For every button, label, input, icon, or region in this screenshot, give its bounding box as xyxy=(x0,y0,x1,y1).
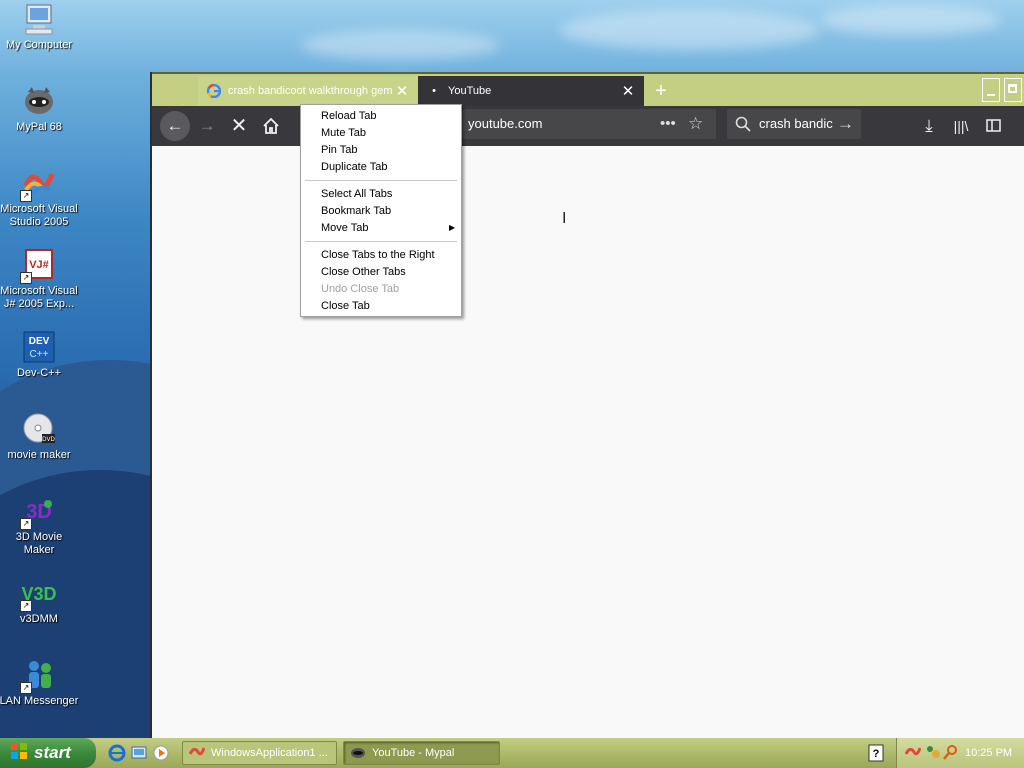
desktop-icon-mypal[interactable]: MyPal 68 xyxy=(0,84,79,134)
computer-icon xyxy=(22,2,56,36)
svg-text:DEV: DEV xyxy=(29,336,50,347)
search-text: crash bandic xyxy=(759,116,833,131)
maximize-button[interactable] xyxy=(1004,78,1022,102)
desktop-icon-lan-messenger[interactable]: ↗ LAN Messenger xyxy=(0,658,79,708)
devcpp-icon: DEV C++ xyxy=(22,330,56,364)
visual-studio-icon: ↗ xyxy=(20,166,56,202)
minimize-button[interactable] xyxy=(982,78,1000,102)
desktop-icon-label: 3D Movie Maker xyxy=(15,531,63,556)
mypal-icon xyxy=(350,745,366,762)
menu-item-undo-close-tab: Undo Close Tab xyxy=(321,283,400,295)
home-button[interactable] xyxy=(256,111,286,141)
desktop-icon-3d-movie-maker[interactable]: 3D ↗ 3D Movie Maker xyxy=(0,494,79,557)
desktop-icon-movie-maker[interactable]: DVD movie maker xyxy=(0,412,79,462)
desktop-icon-devcpp[interactable]: DEV C++ Dev-C++ xyxy=(0,330,79,380)
3d-movie-maker-icon: 3D ↗ xyxy=(20,494,56,530)
tab-title: YouTube xyxy=(448,85,492,97)
navigation-toolbar: ← → ✕ youtube.com ••• ☆ crash bandic → ⤓… xyxy=(152,106,1024,146)
bookmark-star-icon[interactable]: ☆ xyxy=(688,109,703,139)
windows-logo-icon xyxy=(10,742,28,765)
taskbar-item-label: YouTube - Mypal xyxy=(372,747,455,759)
tab-active[interactable]: • YouTube ✕ xyxy=(418,76,644,106)
menu-item-close-other-tabs[interactable]: Close Other Tabs xyxy=(321,264,406,280)
taskbar-item-windowsapp[interactable]: WindowsApplication1 ... xyxy=(182,741,337,765)
menu-item-duplicate-tab[interactable]: Duplicate Tab xyxy=(321,159,387,175)
close-tab-icon[interactable]: ✕ xyxy=(394,82,410,100)
tab-strip: crash bandicoot walkthrough gem ✕ • YouT… xyxy=(152,72,1024,106)
start-button[interactable]: start xyxy=(0,738,96,768)
vjsharp-icon: VJ# ↗ xyxy=(20,248,56,284)
menu-item-bookmark-tab[interactable]: Bookmark Tab xyxy=(321,203,391,219)
desktop-icon-label: Microsoft Visual J# 2005 Exp... xyxy=(0,285,78,310)
menu-item-close-tab[interactable]: Close Tab xyxy=(321,298,370,314)
menu-item-move-tab[interactable]: Move Tab xyxy=(321,220,369,236)
page-content[interactable]: I xyxy=(152,146,1024,739)
search-icon xyxy=(735,116,751,135)
tab-title: crash bandicoot walkthrough gem xyxy=(228,85,393,97)
desktop-icon-label: MyPal 68 xyxy=(16,121,62,133)
menu-item-reload-tab[interactable]: Reload Tab xyxy=(321,108,376,124)
desktop-icon-label: movie maker xyxy=(7,449,71,461)
search-go-icon[interactable]: → xyxy=(837,109,854,139)
tab-inactive[interactable]: crash bandicoot walkthrough gem ✕ xyxy=(198,76,418,106)
desktop-icon-vjsharp[interactable]: VJ# ↗ Microsoft Visual J# 2005 Exp... xyxy=(0,248,79,311)
lan-messenger-icon: ↗ xyxy=(20,658,56,694)
menu-item-pin-tab[interactable]: Pin Tab xyxy=(321,142,358,158)
v3dmm-icon: V3D ↗ xyxy=(20,584,57,612)
search-tray-icon[interactable] xyxy=(943,744,959,763)
help-icon[interactable]: ? xyxy=(868,744,884,765)
menu-item-mute-tab[interactable]: Mute Tab xyxy=(321,125,366,141)
desktop-icon-label: My Computer xyxy=(5,39,73,51)
desktop-icon-label: Dev-C++ xyxy=(16,367,62,379)
svg-text:DVD: DVD xyxy=(42,437,55,443)
loading-dot-icon: • xyxy=(432,85,436,97)
menu-separator xyxy=(305,241,457,242)
desktop-icon-label: Microsoft Visual Studio 2005 xyxy=(0,203,78,228)
desktop-icon-label: LAN Messenger xyxy=(0,695,79,707)
taskbar-item-youtube-mypal[interactable]: YouTube - Mypal xyxy=(343,741,500,765)
forward-button[interactable]: → xyxy=(192,111,222,141)
desktop-icon-label: v3DMM xyxy=(20,613,58,625)
menu-item-close-tabs-right[interactable]: Close Tabs to the Right xyxy=(321,247,435,263)
system-tray: 10:25 PM xyxy=(896,738,1024,768)
google-icon xyxy=(206,83,222,99)
media-player-icon[interactable] xyxy=(152,744,170,765)
desktop-icon-visual-studio[interactable]: ↗ Microsoft Visual Studio 2005 xyxy=(0,166,79,229)
new-tab-button[interactable]: + xyxy=(650,78,672,104)
mypal-icon xyxy=(22,84,56,118)
tab-context-menu: Reload Tab Mute Tab Pin Tab Duplicate Ta… xyxy=(300,104,462,317)
download-icon[interactable]: ⤓ xyxy=(914,111,944,141)
submenu-arrow-icon: ▶ xyxy=(449,223,456,232)
url-text: youtube.com xyxy=(468,116,543,131)
menu-item-select-all-tabs[interactable]: Select All Tabs xyxy=(321,186,392,202)
svg-text:C++: C++ xyxy=(30,349,49,360)
page-actions-icon[interactable]: ••• xyxy=(660,109,676,139)
stop-button[interactable]: ✕ xyxy=(224,111,254,141)
home-icon xyxy=(263,117,279,134)
taskbar: start WindowsApplication1 ... YouTube - … xyxy=(0,738,1024,768)
back-button[interactable]: ← xyxy=(160,111,190,141)
url-bar[interactable]: youtube.com ••• ☆ xyxy=(448,109,716,139)
clock: 10:25 PM xyxy=(965,747,1013,759)
start-label: start xyxy=(34,743,71,762)
sidebar-icon[interactable] xyxy=(978,111,1008,141)
search-bar[interactable]: crash bandic → xyxy=(727,109,861,139)
desktop-icon-my-computer[interactable]: My Computer xyxy=(0,2,79,52)
taskbar-item-label: WindowsApplication1 ... xyxy=(211,747,328,759)
svg-text:VJ#: VJ# xyxy=(29,259,49,271)
browser-window: crash bandicoot walkthrough gem ✕ • YouT… xyxy=(150,72,1024,739)
show-desktop-icon[interactable] xyxy=(130,744,148,765)
visual-studio-icon xyxy=(188,745,206,762)
network-tray-icon[interactable] xyxy=(925,744,941,763)
close-tab-icon[interactable]: ✕ xyxy=(620,82,636,100)
svg-text:?: ? xyxy=(873,748,880,760)
ie-icon[interactable] xyxy=(108,744,126,765)
library-icon[interactable]: |||\ xyxy=(946,111,976,141)
menu-separator xyxy=(305,180,457,181)
text-cursor-icon: I xyxy=(562,210,567,227)
visual-studio-tray-icon[interactable] xyxy=(904,745,922,762)
desktop-icon-v3dmm[interactable]: V3D ↗ v3DMM xyxy=(0,576,79,626)
dvd-icon: DVD xyxy=(22,412,56,446)
